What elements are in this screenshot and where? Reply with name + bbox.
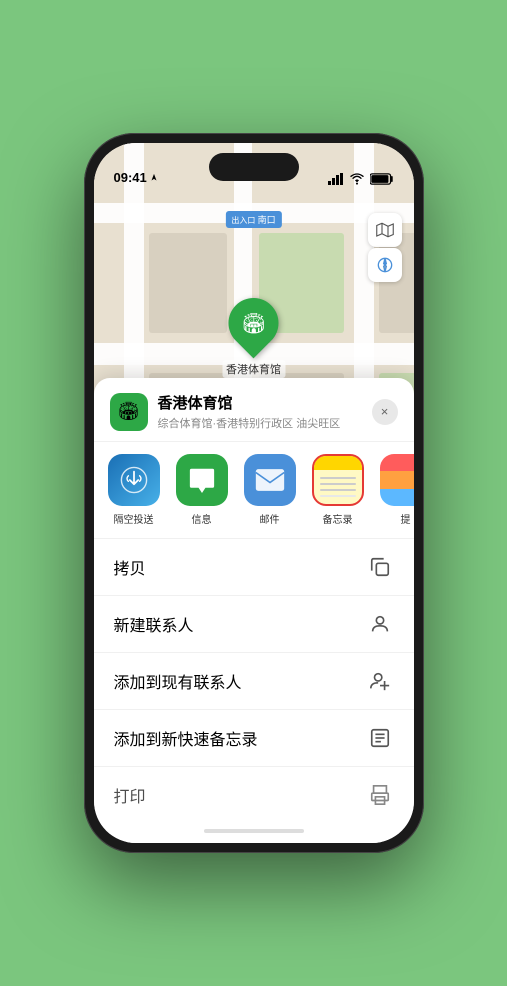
phone-screen: 09:41 <box>94 143 414 843</box>
stadium-icon: 🏟 <box>241 311 266 336</box>
print-label: 打印 <box>114 783 146 807</box>
action-add-existing-contact[interactable]: 添加到现有联系人 <box>94 653 414 710</box>
notes-label: 备忘录 <box>323 511 353 526</box>
copy-icon <box>366 553 394 581</box>
contact-svg <box>369 613 391 635</box>
airdrop-label: 隔空投送 <box>114 511 154 526</box>
add-existing-label: 添加到现有联系人 <box>114 669 242 693</box>
battery-icon <box>370 173 394 185</box>
print-icon <box>366 781 394 809</box>
phone-frame: 09:41 <box>84 133 424 853</box>
status-time: 09:41 <box>114 170 159 185</box>
action-print[interactable]: 打印 <box>94 767 414 823</box>
venue-stadium-icon: 🏟 <box>117 401 140 422</box>
message-svg <box>188 467 216 493</box>
notes-icon <box>312 454 364 506</box>
venue-map-pin: 🏟 香港体育馆 <box>222 298 285 378</box>
venue-avatar: 🏟 <box>110 393 148 431</box>
action-copy[interactable]: 拷贝 <box>94 539 414 596</box>
venue-header: 🏟 香港体育馆 综合体育馆·香港特别行政区 油尖旺区 × <box>94 378 414 442</box>
notes-line-4 <box>320 495 356 497</box>
new-contact-icon <box>366 610 394 638</box>
status-icons <box>328 173 394 185</box>
message-icon <box>176 454 228 506</box>
dynamic-island <box>209 153 299 181</box>
wifi-icon <box>349 173 365 185</box>
venue-subtitle: 综合体育馆·香港特别行政区 油尖旺区 <box>158 415 362 431</box>
signal-icon <box>328 173 344 185</box>
copy-label: 拷贝 <box>114 555 146 579</box>
quick-note-icon <box>366 724 394 752</box>
airdrop-icon <box>108 454 160 506</box>
action-quick-note[interactable]: 添加到新快速备忘录 <box>94 710 414 767</box>
contact-add-svg <box>369 670 391 692</box>
close-button[interactable]: × <box>372 399 398 425</box>
quick-note-svg <box>369 727 391 749</box>
new-contact-label: 新建联系人 <box>114 612 194 636</box>
pin-bg: 🏟 <box>218 288 289 359</box>
gate-name: 南口 <box>258 215 276 225</box>
venue-name: 香港体育馆 <box>158 392 362 413</box>
add-existing-icon <box>366 667 394 695</box>
bottom-sheet: 🏟 香港体育馆 综合体育馆·香港特别行政区 油尖旺区 × <box>94 378 414 843</box>
venue-info: 香港体育馆 综合体育馆·香港特别行政区 油尖旺区 <box>158 392 362 431</box>
notes-line-2 <box>320 483 356 485</box>
pin-venue-name: 香港体育馆 <box>222 360 285 378</box>
gate-prefix: 出入口 <box>231 216 257 225</box>
map-controls[interactable] <box>368 213 402 282</box>
print-svg <box>369 784 391 806</box>
compass-icon <box>377 257 393 273</box>
map-north-gate-label: 出入口 南口 <box>225 211 281 228</box>
notes-line-3 <box>320 489 356 491</box>
time-text: 09:41 <box>114 170 147 185</box>
location-icon <box>149 173 159 183</box>
location-button[interactable] <box>368 248 402 282</box>
notes-lines-area <box>314 470 362 504</box>
quick-note-label: 添加到新快速备忘录 <box>114 726 258 750</box>
map-type-button[interactable] <box>368 213 402 247</box>
share-item-airdrop[interactable]: 隔空投送 <box>104 454 164 526</box>
share-row: 隔空投送 信息 <box>94 442 414 539</box>
share-item-mail[interactable]: 邮件 <box>240 454 300 526</box>
notes-line-1 <box>320 477 356 479</box>
mail-icon <box>244 454 296 506</box>
notes-header <box>314 456 362 470</box>
airdrop-svg <box>120 466 148 494</box>
share-item-notes[interactable]: 备忘录 <box>308 454 368 526</box>
message-label: 信息 <box>192 511 212 526</box>
more-icon <box>380 454 414 506</box>
close-icon: × <box>381 404 389 419</box>
map-type-icon <box>376 221 394 239</box>
share-item-more[interactable]: 提 <box>376 454 414 526</box>
more-label: 提 <box>401 511 411 526</box>
share-item-message[interactable]: 信息 <box>172 454 232 526</box>
bottom-handle <box>204 829 304 833</box>
mail-label: 邮件 <box>260 511 280 526</box>
copy-svg <box>369 556 391 578</box>
mail-svg <box>255 468 285 492</box>
action-new-contact[interactable]: 新建联系人 <box>94 596 414 653</box>
